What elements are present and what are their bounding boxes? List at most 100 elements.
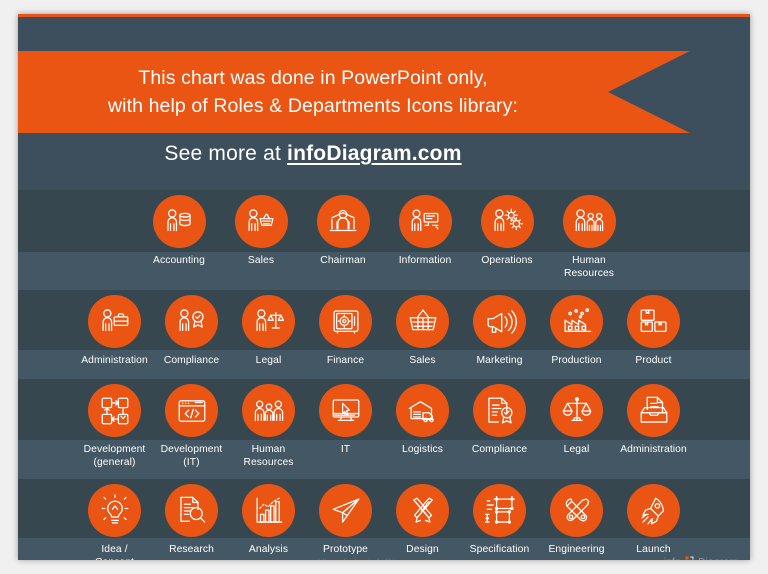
icon-label: Specification	[469, 544, 530, 555]
icon-label: Development (general)	[83, 444, 146, 468]
icon-cell[interactable]: Sales	[395, 295, 451, 368]
icon-label: Operations	[481, 255, 533, 266]
icon-label: Compliance	[471, 444, 528, 455]
icon-cell[interactable]: Operations	[477, 195, 537, 268]
icon-cell[interactable]: Sales	[231, 195, 291, 268]
wrench-screwdriver-icon[interactable]	[550, 484, 603, 537]
person-group-icon[interactable]	[562, 195, 616, 248]
logo-prefix: info	[664, 557, 681, 561]
icon-label: Human Resources	[243, 444, 294, 468]
icon-cell[interactable]: Prototype	[318, 484, 374, 557]
banner-line-2: with help of Roles & Departments Icons l…	[107, 95, 519, 117]
nodes-network-icon[interactable]	[88, 384, 141, 437]
person-columns-icon[interactable]	[316, 195, 370, 248]
factory-icon[interactable]	[550, 295, 603, 348]
icon-label: Accounting	[153, 255, 205, 266]
infodiagram-logo: info Diagram	[664, 555, 738, 560]
boxes-icon[interactable]	[627, 295, 680, 348]
icon-label: Design	[406, 544, 439, 555]
icon-label: Information	[398, 255, 452, 266]
icon-label: Legal	[563, 444, 590, 455]
code-window-icon[interactable]	[165, 384, 218, 437]
paper-plane-icon[interactable]	[319, 484, 372, 537]
slide-canvas: This chart was done in PowerPoint only, …	[18, 14, 750, 560]
icon-cell[interactable]: Human Resources	[559, 195, 619, 280]
top-accent-rule	[18, 14, 750, 17]
see-more-prefix: See more at	[164, 142, 288, 165]
icon-cell[interactable]: Legal	[549, 384, 605, 457]
warehouse-truck-icon[interactable]	[396, 384, 449, 437]
file-tray-icon[interactable]	[627, 384, 680, 437]
icon-label: Sales	[247, 255, 275, 266]
blueprint-icon[interactable]	[473, 484, 526, 537]
icon-cell[interactable]: Compliance	[472, 384, 528, 457]
infodiagram-link[interactable]: infoDiagram.com	[287, 142, 462, 165]
icon-label: Development (IT)	[160, 444, 223, 468]
icon-cell[interactable]: Launch	[626, 484, 682, 557]
icon-cell[interactable]: Chairman	[313, 195, 373, 268]
icon-cell[interactable]: Accounting	[149, 195, 209, 268]
icon-label: Compliance	[163, 355, 220, 366]
see-more-line: See more at infoDiagram.com	[18, 142, 608, 166]
icon-cell[interactable]: Compliance	[164, 295, 220, 368]
pencil-ruler-icon[interactable]	[396, 484, 449, 537]
icon-cell[interactable]: Administration	[81, 295, 148, 368]
icon-cell[interactable]: Research	[164, 484, 220, 557]
icon-cell[interactable]: Development (IT)	[160, 384, 223, 469]
icon-label: Product	[635, 355, 672, 366]
three-people-icon[interactable]	[242, 384, 295, 437]
shopping-basket-icon[interactable]	[396, 295, 449, 348]
icon-row-2: Administration Compliance Legal Finance …	[18, 295, 750, 368]
lightbulb-icon[interactable]	[88, 484, 141, 537]
person-seal-icon[interactable]	[165, 295, 218, 348]
rocket-icon[interactable]	[627, 484, 680, 537]
icon-label: Chairman	[320, 255, 366, 266]
icon-cell[interactable]: Administration	[620, 384, 687, 457]
icon-cell[interactable]: Finance	[318, 295, 374, 368]
icon-label: Production	[551, 355, 602, 366]
logo-mark-icon	[684, 555, 695, 560]
icon-label: Sales	[409, 355, 436, 366]
monitor-cursor-icon[interactable]	[319, 384, 372, 437]
icon-cell[interactable]: Analysis	[241, 484, 297, 557]
icon-row-4: Idea / Concept Research Analysis Prototyp…	[18, 484, 750, 560]
icon-cell[interactable]: Information	[395, 195, 455, 268]
icon-label: Marketing	[476, 355, 523, 366]
icon-row-3: Development (general) Development (IT) H…	[18, 384, 750, 469]
icon-cell[interactable]: Marketing	[472, 295, 528, 368]
scales-icon[interactable]	[550, 384, 603, 437]
certificate-icon[interactable]	[473, 384, 526, 437]
document-magnifier-icon[interactable]	[165, 484, 218, 537]
bar-chart-icon[interactable]	[242, 484, 295, 537]
icon-label: Human Resources	[563, 255, 615, 279]
icon-label: Finance	[326, 355, 365, 366]
icon-label: Administration	[81, 355, 148, 366]
icon-cell[interactable]: Product	[626, 295, 682, 368]
icon-label: Idea / Concept	[95, 544, 134, 560]
visuals-credit: Visuals by infoDiagram.com	[318, 557, 446, 560]
icon-cell[interactable]: Development (general)	[83, 384, 146, 469]
icon-cell[interactable]: Human Resources	[241, 384, 297, 469]
icon-cell[interactable]: Idea / Concept	[87, 484, 143, 560]
person-gears-icon[interactable]	[480, 195, 534, 248]
icon-cell[interactable]: IT	[318, 384, 374, 457]
person-monitor-icon[interactable]	[398, 195, 452, 248]
icon-cell[interactable]: Engineering	[548, 484, 605, 557]
icon-cell[interactable]: Production	[549, 295, 605, 368]
logo-suffix: Diagram	[698, 557, 738, 561]
icon-label: Logistics	[402, 444, 443, 455]
person-coins-icon[interactable]	[152, 195, 206, 248]
ribbon-banner-text: This chart was done in PowerPoint only, …	[18, 51, 608, 133]
icon-cell[interactable]: Specification	[469, 484, 530, 557]
icon-label: Engineering	[548, 544, 605, 555]
icon-cell[interactable]: Logistics	[395, 384, 451, 457]
icon-cell[interactable]: Legal	[241, 295, 297, 368]
person-briefcase-icon[interactable]	[88, 295, 141, 348]
megaphone-icon[interactable]	[473, 295, 526, 348]
safe-icon[interactable]	[319, 295, 372, 348]
icon-cell[interactable]: Design	[395, 484, 451, 557]
icon-label: IT	[340, 444, 351, 455]
icon-row-1: Accounting Sales Chairman Information Op…	[18, 195, 750, 280]
person-basket-icon[interactable]	[234, 195, 288, 248]
person-scales-icon[interactable]	[242, 295, 295, 348]
